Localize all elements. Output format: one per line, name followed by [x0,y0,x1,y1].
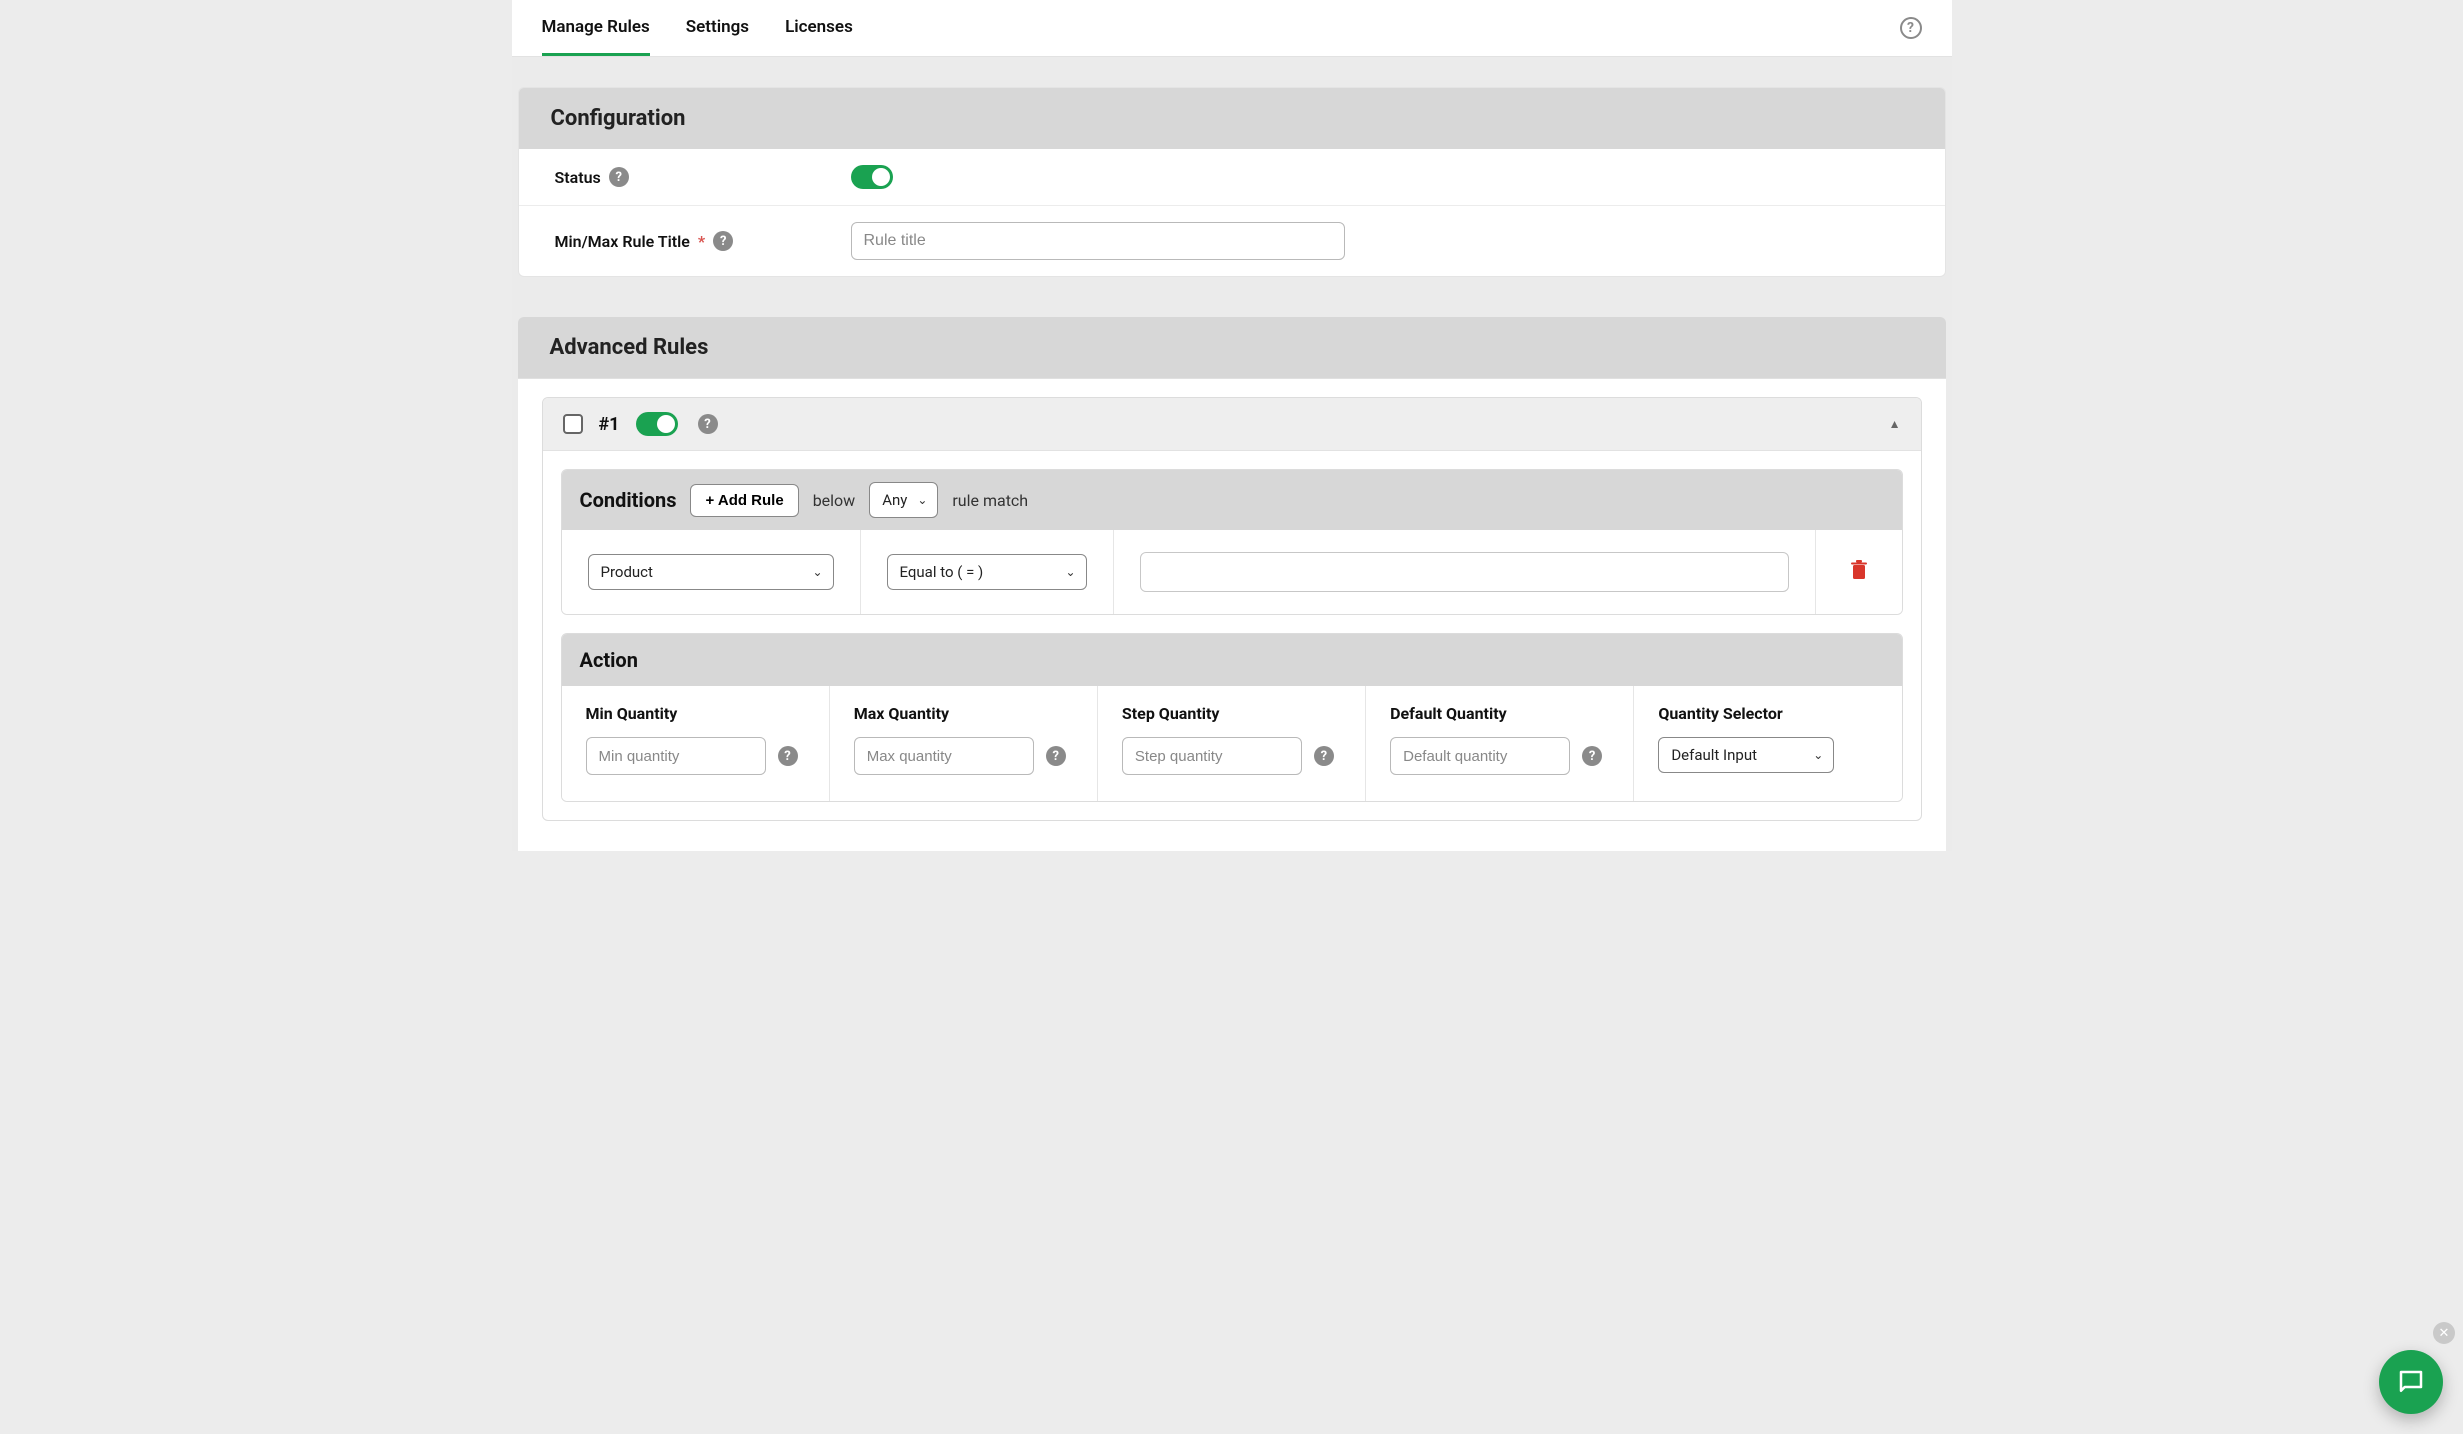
help-icon[interactable]: ? [698,414,718,434]
close-icon[interactable]: ✕ [2433,1322,2455,1344]
action-header: Action [562,634,1902,686]
help-icon[interactable]: ? [713,231,733,251]
configuration-header: Configuration [519,88,1945,149]
condition-operator-select[interactable]: Equal to ( = ) ⌄ [887,554,1087,590]
advanced-rules-header: Advanced Rules [518,317,1946,379]
rule-title-label: Min/Max Rule Title [555,232,690,251]
conditions-box: Conditions + Add Rule below Any ⌄ rule m… [561,469,1903,615]
rule-enable-toggle[interactable] [636,412,678,436]
tab-bar: Manage Rules Settings Licenses ? [512,0,1952,57]
condition-row: Product ⌄ Equal to ( = ) ⌄ [562,530,1902,614]
condition-value-input[interactable] [1140,552,1789,592]
help-icon[interactable]: ? [1582,746,1602,766]
rule-match-label: rule match [952,491,1028,510]
default-qty-label: Default Quantity [1390,704,1609,723]
help-icon[interactable]: ? [609,167,629,187]
chevron-down-icon: ⌄ [1813,748,1823,762]
tab-licenses[interactable]: Licenses [785,0,853,56]
help-icon[interactable]: ? [778,746,798,766]
advanced-rules-body: #1 ? ▲ Conditions + Add Rule below Any ⌄ [518,379,1946,851]
action-row: Min Quantity ? Max Quantity ? [562,686,1902,801]
conditions-title: Conditions [580,488,677,512]
min-qty-input[interactable] [586,737,766,775]
rule-title-input[interactable] [851,222,1345,260]
add-rule-button[interactable]: + Add Rule [690,484,798,517]
qty-selector-select[interactable]: Default Input ⌄ [1658,737,1834,773]
required-marker: * [698,232,705,251]
status-toggle[interactable] [851,165,893,189]
step-qty-label: Step Quantity [1122,704,1341,723]
conditions-header: Conditions + Add Rule below Any ⌄ rule m… [562,470,1902,530]
rule-card: #1 ? ▲ Conditions + Add Rule below Any ⌄ [542,397,1922,821]
status-row: Status ? [519,149,1945,206]
max-qty-input[interactable] [854,737,1034,775]
page-help-icon[interactable]: ? [1900,17,1922,39]
rule-number: #1 [599,414,620,435]
match-any-select[interactable]: Any ⌄ [869,482,938,518]
rule-card-header: #1 ? ▲ [543,398,1921,451]
chevron-down-icon: ⌄ [812,565,822,579]
below-label: below [813,491,856,510]
configuration-panel: Configuration Status ? Min/Max Rule Titl… [518,87,1946,277]
chat-bubble-icon[interactable] [2379,1350,2443,1414]
step-qty-input[interactable] [1122,737,1302,775]
collapse-icon[interactable]: ▲ [1889,417,1901,431]
chevron-down-icon: ⌄ [917,493,927,507]
condition-field-select[interactable]: Product ⌄ [588,554,834,590]
tab-manage-rules[interactable]: Manage Rules [542,0,650,56]
default-qty-input[interactable] [1390,737,1570,775]
action-box: Action Min Quantity ? Max Quantity [561,633,1903,802]
min-qty-label: Min Quantity [586,704,805,723]
status-label: Status [555,168,601,187]
tab-settings[interactable]: Settings [686,0,749,56]
trash-icon[interactable] [1842,560,1876,584]
help-icon[interactable]: ? [1314,746,1334,766]
chevron-down-icon: ⌄ [1065,565,1075,579]
qty-selector-label: Quantity Selector [1658,704,1877,723]
rule-checkbox[interactable] [563,414,583,434]
help-icon[interactable]: ? [1046,746,1066,766]
rule-title-row: Min/Max Rule Title * ? [519,206,1945,276]
max-qty-label: Max Quantity [854,704,1073,723]
